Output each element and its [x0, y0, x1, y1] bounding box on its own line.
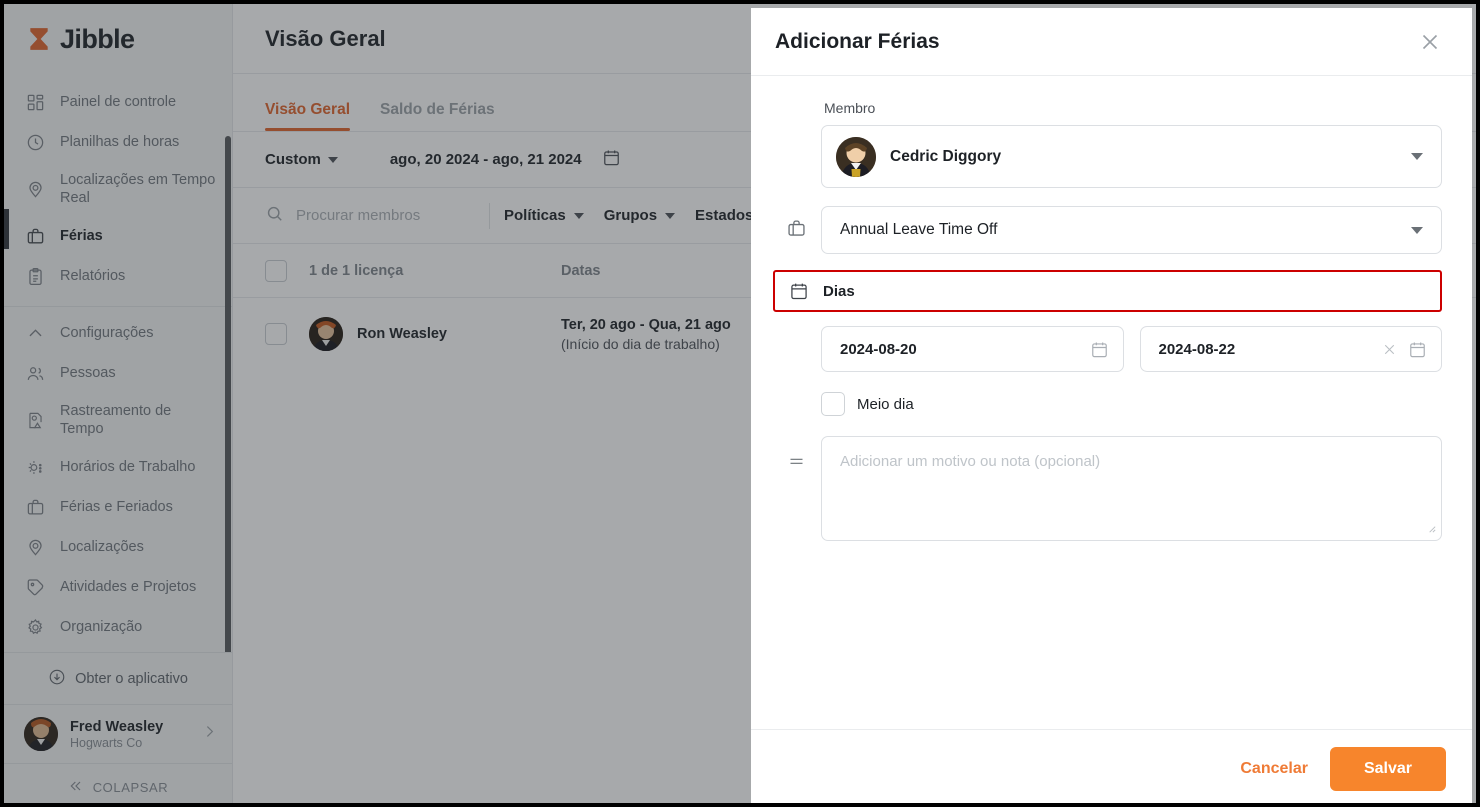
- member-name: Cedric Diggory: [890, 147, 1002, 165]
- note-row: Adicionar um motivo ou nota (opcional): [771, 436, 1442, 541]
- leave-policy-value: Annual Leave Time Off: [840, 221, 998, 238]
- resize-handle-icon[interactable]: [1426, 523, 1437, 537]
- member-select[interactable]: Cedric Diggory: [821, 125, 1442, 188]
- add-leave-modal: Adicionar Férias Membro Cedric Diggory A…: [751, 8, 1472, 803]
- calendar-icon: [775, 281, 823, 301]
- half-day-checkbox[interactable]: [821, 392, 845, 416]
- modal-header: Adicionar Férias: [751, 8, 1472, 76]
- chevron-down-icon: [1411, 153, 1423, 160]
- briefcase-icon: [771, 206, 821, 239]
- end-date-input[interactable]: 2024-08-22: [1139, 326, 1442, 372]
- start-date-value: 2024-08-20: [840, 340, 917, 358]
- app-window: Jibble Painel de controle Planilhas de h…: [0, 0, 1480, 807]
- days-field-highlighted[interactable]: Dias: [773, 270, 1442, 312]
- close-icon[interactable]: [1418, 30, 1442, 54]
- cancel-button[interactable]: Cancelar: [1240, 760, 1308, 778]
- calendar-icon[interactable]: [1408, 340, 1427, 359]
- leave-policy-select[interactable]: Annual Leave Time Off: [821, 206, 1442, 254]
- modal-title: Adicionar Férias: [775, 29, 940, 53]
- policy-row: Annual Leave Time Off: [771, 206, 1442, 254]
- modal-footer: Cancelar Salvar: [751, 729, 1472, 803]
- start-date-input[interactable]: 2024-08-20: [821, 326, 1124, 372]
- note-placeholder: Adicionar um motivo ou nota (opcional): [840, 453, 1101, 470]
- date-range-row: 2024-08-20 2024-08-22: [771, 326, 1442, 372]
- chevron-down-icon: [1411, 226, 1423, 234]
- half-day-label: Meio dia: [857, 395, 914, 413]
- save-button[interactable]: Salvar: [1329, 746, 1446, 791]
- clear-icon[interactable]: [1381, 341, 1398, 358]
- avatar: [836, 136, 876, 177]
- notes-icon: [771, 436, 821, 470]
- end-date-value: 2024-08-22: [1158, 340, 1236, 358]
- member-field-label: Membro: [824, 100, 876, 116]
- half-day-row: Meio dia: [771, 392, 1442, 416]
- days-label: Dias: [823, 282, 855, 300]
- calendar-icon[interactable]: [1090, 340, 1109, 359]
- modal-body: Membro Cedric Diggory Annual Leave Time …: [751, 76, 1472, 729]
- note-textarea[interactable]: Adicionar um motivo ou nota (opcional): [821, 436, 1442, 541]
